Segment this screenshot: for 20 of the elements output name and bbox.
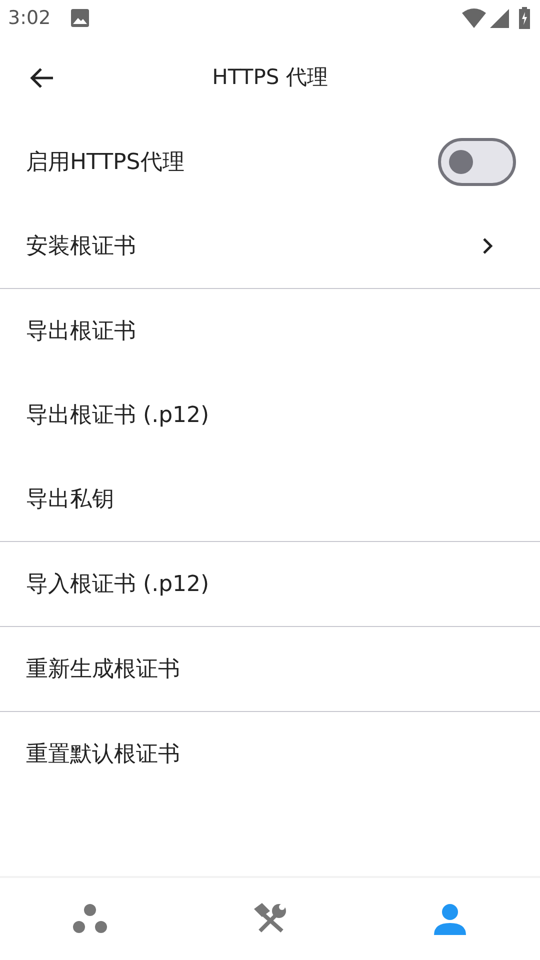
signal-icon bbox=[490, 8, 509, 28]
setting-label[interactable]: 导出根证书 bbox=[26, 314, 514, 348]
tools-icon bbox=[254, 903, 286, 935]
setting-label[interactable]: 启用HTTPS代理 bbox=[26, 146, 438, 178]
toggle-switch[interactable] bbox=[438, 138, 516, 186]
battery-icon bbox=[519, 7, 530, 29]
person-icon bbox=[434, 903, 466, 935]
setting-label[interactable]: 导入根证书 (.p12) bbox=[26, 568, 514, 600]
back-arrow-icon bbox=[29, 67, 55, 89]
setting-label[interactable]: 安装根证书 bbox=[26, 230, 482, 262]
chevron-right-icon bbox=[482, 237, 494, 255]
status-time: 3:02 bbox=[8, 6, 51, 31]
three-dots-icon bbox=[73, 904, 107, 934]
image-icon bbox=[70, 9, 89, 27]
setting-label[interactable]: 重置默认根证书 bbox=[26, 738, 514, 770]
wifi-icon bbox=[462, 8, 486, 28]
setting-label[interactable]: 导出根证书 (.p12) bbox=[26, 398, 514, 432]
toolbar-title: HTTPS 代理 bbox=[212, 64, 328, 92]
setting-label[interactable]: 导出私钥 bbox=[26, 482, 514, 516]
setting-label[interactable]: 重新生成根证书 bbox=[26, 652, 514, 686]
